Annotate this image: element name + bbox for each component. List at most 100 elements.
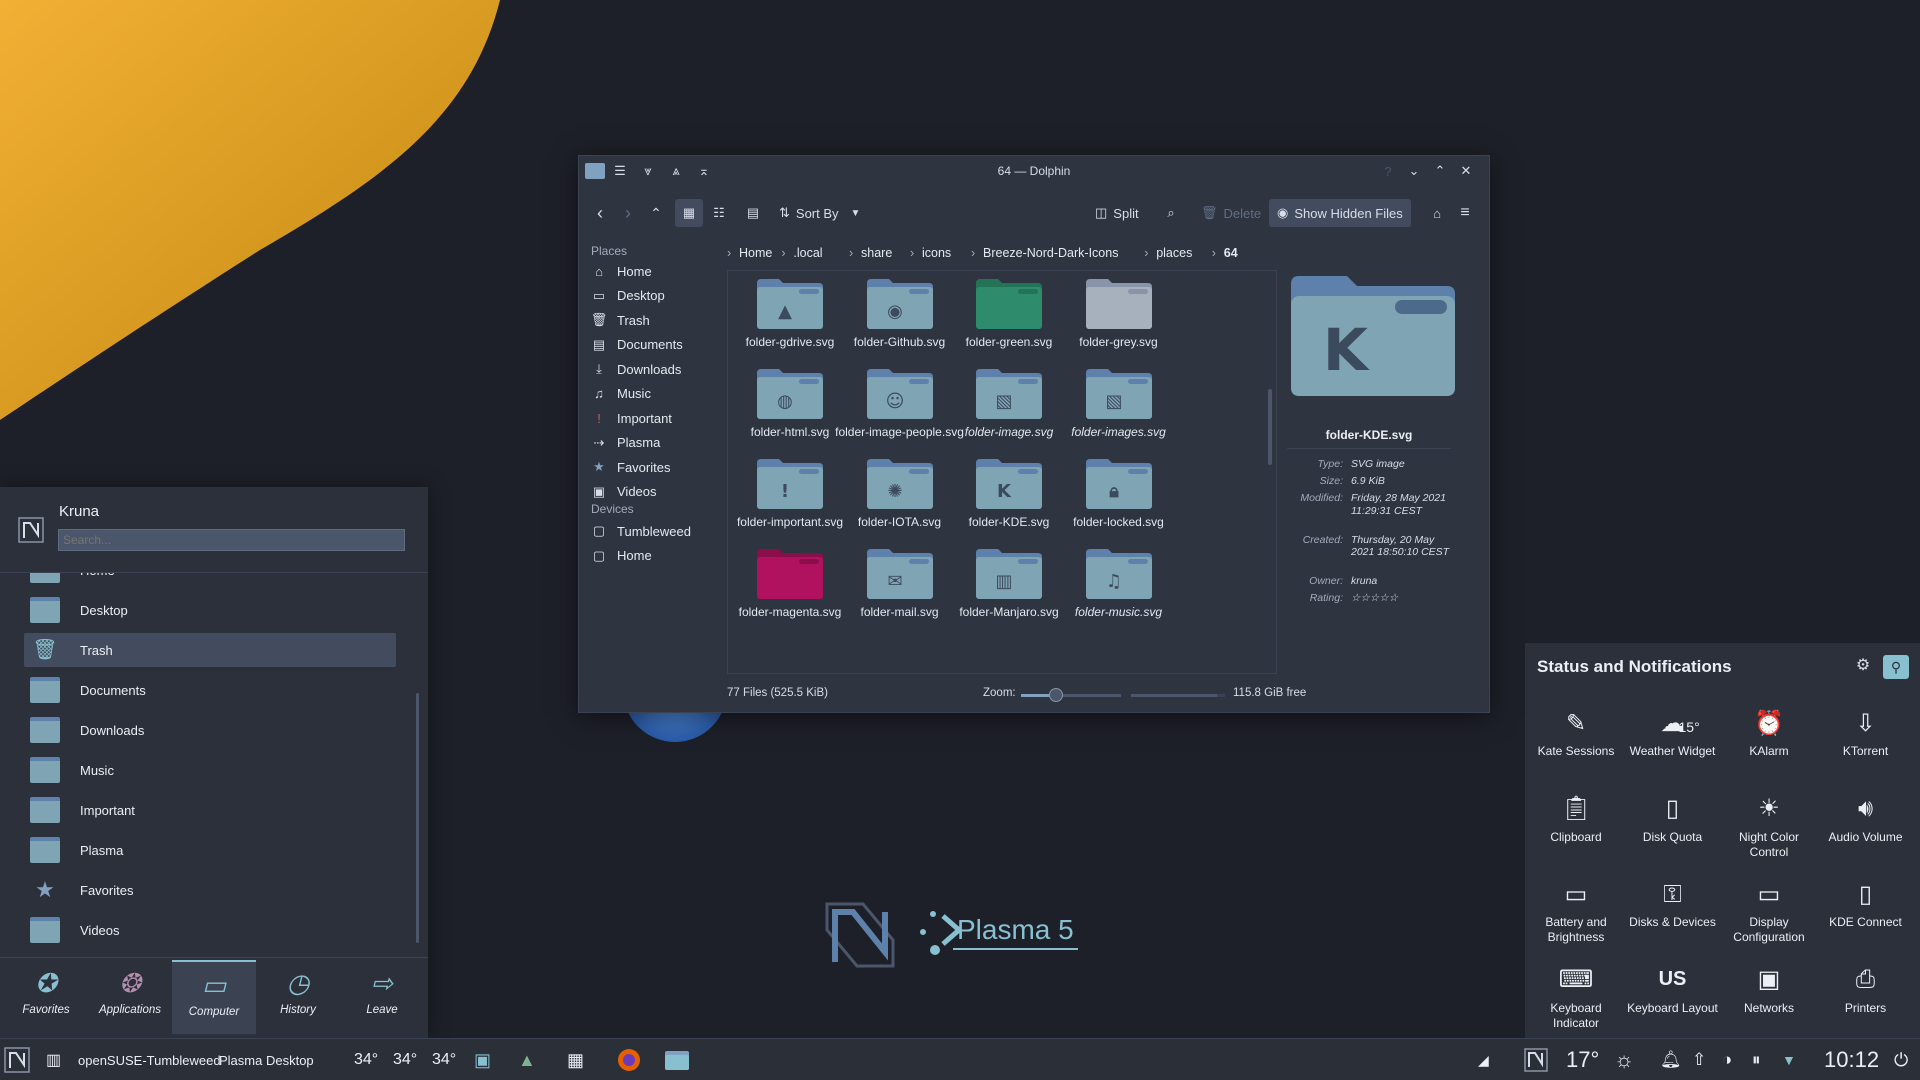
status-item-battery[interactable]: ▭ Battery and Brightness (1528, 877, 1624, 945)
status-item-alarm[interactable]: ⏰ KAlarm (1721, 706, 1817, 759)
pager-icon[interactable]: ▥ (46, 1039, 64, 1080)
media-pause-icon[interactable]: ⏸ (1752, 1039, 1761, 1080)
device-tumbleweed[interactable]: ▢ Tumbleweed (591, 518, 691, 544)
hamburger-menu-icon[interactable]: ≡ (1453, 201, 1477, 225)
expand-tray-icon[interactable]: ▼ (1782, 1039, 1796, 1080)
launcher-item-music[interactable]: Music (24, 753, 396, 787)
breadcrumb-item[interactable]: 64 (1224, 243, 1238, 263)
place-plasma[interactable]: ⇢ Plasma (591, 430, 661, 456)
tab-computer[interactable]: ▭ Computer (172, 960, 256, 1034)
breadcrumb-item[interactable]: Breeze-Nord-Dark-Icons (983, 243, 1118, 263)
tab-applications[interactable]: ❂ Applications (88, 960, 172, 1034)
place-documents[interactable]: ▤ Documents (591, 332, 683, 358)
home-icon[interactable]: ⌂ (1425, 201, 1449, 225)
file-item[interactable]: folder-grey.svg (1054, 277, 1184, 349)
status-item-display[interactable]: ▭ Display Configuration (1721, 877, 1817, 945)
split-button[interactable]: ◫ Split (1091, 201, 1143, 225)
monitor-app-icon[interactable]: ▣ (474, 1039, 500, 1080)
title-bar[interactable]: ☰ ⩔ ⩓ ⌅ 64 — Dolphin ? ⌄ ⌃ ✕ (579, 156, 1489, 186)
file-item[interactable]: ♫ folder-music.svg (1054, 547, 1184, 619)
avatar[interactable] (18, 517, 44, 543)
icons-view-icon[interactable]: ▦ (675, 199, 703, 227)
power-icon[interactable]: ⏻ (1894, 1039, 1908, 1080)
breadcrumb-item[interactable]: .local (793, 243, 822, 263)
updates-icon[interactable]: ⇧ (1692, 1039, 1706, 1080)
compact-view-icon[interactable]: ☷ (705, 199, 733, 227)
place-trash[interactable]: 🗑 Trash (591, 307, 650, 333)
firefox-icon[interactable] (616, 1039, 644, 1080)
status-item-phone[interactable]: ▯ KDE Connect (1818, 877, 1914, 930)
status-item-keyboard-layout[interactable]: US Keyboard Layout (1625, 963, 1721, 1016)
zoom-slider[interactable] (1021, 688, 1121, 702)
search-icon[interactable]: ⌕ (1159, 201, 1183, 225)
back-icon[interactable]: ‹ (589, 202, 611, 224)
weather-sun-icon[interactable]: ☼ (1614, 1039, 1634, 1080)
launcher-item-plasma[interactable]: Plasma (24, 833, 396, 867)
launcher-item-trash[interactable]: 🗑 Trash (24, 633, 396, 667)
notifications-icon[interactable]: 🔔︎ (1660, 1039, 1682, 1080)
status-item-night-color[interactable]: ☀ Night Color Control (1721, 792, 1817, 860)
file-item[interactable]: 🔒︎ folder-locked.svg (1054, 457, 1184, 529)
scrollbar[interactable] (416, 693, 419, 943)
launcher-item-documents[interactable]: Documents (24, 673, 396, 707)
status-item-kate[interactable]: ✎ Kate Sessions (1528, 706, 1624, 759)
zoom-slider-handle[interactable] (1049, 688, 1063, 702)
launcher-item-favorites[interactable]: ★ Favorites (24, 873, 396, 907)
status-item-clipboard[interactable]: 📋︎ Clipboard (1528, 792, 1624, 845)
tab-leave[interactable]: ⇨ Leave (340, 960, 424, 1034)
pin-icon[interactable]: ⚲ (1883, 655, 1909, 679)
image-viewer-icon[interactable]: ▲ (518, 1039, 544, 1080)
settings-sliders-icon[interactable]: ⚙ (1851, 655, 1875, 679)
launcher-item-desktop[interactable]: Desktop (24, 593, 396, 627)
info-value[interactable]: ☆☆☆☆☆ (1351, 592, 1455, 605)
weather-temp[interactable]: 17° (1566, 1039, 1599, 1080)
dolphin-task-icon[interactable] (664, 1039, 692, 1080)
status-item-disk-quota[interactable]: ▯ Disk Quota (1625, 792, 1721, 845)
status-item-volume[interactable]: 🔊︎ Audio Volume (1818, 792, 1914, 845)
device-home[interactable]: ▢ Home (591, 543, 652, 569)
launcher-button[interactable] (4, 1039, 32, 1080)
place-desktop[interactable]: ▭ Desktop (591, 283, 665, 309)
place-downloads[interactable]: ⤓ Downloads (591, 356, 681, 382)
task-opensuse[interactable]: openSUSE-Tumbleweed (78, 1039, 221, 1080)
volume-icon[interactable]: ◑ (1722, 1039, 1732, 1080)
place-videos[interactable]: ▣ Videos (591, 479, 657, 505)
place-important[interactable]: ! Important (591, 405, 672, 431)
delete-button[interactable]: 🗑 Delete (1197, 201, 1265, 225)
show-desktop-icon[interactable]: ◢ (1478, 1039, 1502, 1080)
up-icon[interactable]: ⌃ (645, 202, 667, 224)
breadcrumb-item[interactable]: share (861, 243, 892, 263)
launcher-item-home[interactable]: Home (24, 573, 396, 587)
task-plasma-desktop[interactable]: Plasma Desktop (219, 1039, 314, 1080)
search-input[interactable] (58, 529, 405, 551)
breadcrumb-item[interactable]: icons (922, 243, 951, 263)
kde-n-logo-icon[interactable] (1524, 1039, 1550, 1080)
launcher-item-downloads[interactable]: Downloads (24, 713, 396, 747)
file-item[interactable]: ▧ folder-images.svg (1054, 367, 1184, 439)
calculator-icon[interactable]: ▦ (567, 1039, 593, 1080)
scrollbar[interactable] (1268, 389, 1272, 465)
tab-history[interactable]: ◷ History (256, 960, 340, 1034)
breadcrumb-item[interactable]: places (1156, 243, 1192, 263)
place-home[interactable]: ⌂ Home (591, 258, 652, 284)
status-item-torrent[interactable]: ⇩ KTorrent (1818, 706, 1914, 759)
minimize-icon[interactable]: ⌄ (1405, 162, 1423, 180)
status-item-printer[interactable]: ⎙ Printers (1818, 963, 1914, 1016)
status-item-usb[interactable]: ⚿ Disks & Devices (1625, 877, 1721, 930)
place-favorites[interactable]: ★ Favorites (591, 454, 670, 480)
launcher-item-important[interactable]: Important (24, 793, 396, 827)
status-item-weather[interactable]: ☁ 15° Weather Widget (1625, 706, 1721, 759)
launcher-item-videos[interactable]: Videos (24, 913, 396, 947)
status-item-keyboard[interactable]: ⌨ Keyboard Indicator (1528, 963, 1624, 1031)
maximize-icon[interactable]: ⌃ (1431, 162, 1449, 180)
close-icon[interactable]: ✕ (1457, 162, 1475, 180)
status-item-network[interactable]: ▣ Networks (1721, 963, 1817, 1016)
forward-icon[interactable]: › (617, 202, 639, 224)
show-hidden-files-button[interactable]: ◉ Show Hidden Files (1269, 199, 1411, 227)
clock[interactable]: 10:12 (1824, 1039, 1879, 1080)
place-music[interactable]: ♫ Music (591, 381, 651, 407)
help-icon[interactable]: ? (1379, 162, 1397, 180)
breadcrumb-item[interactable]: Home (739, 243, 772, 263)
details-view-icon[interactable]: ▤ (739, 199, 767, 227)
sort-by-button[interactable]: ⇅ Sort By ▼ (775, 201, 864, 225)
